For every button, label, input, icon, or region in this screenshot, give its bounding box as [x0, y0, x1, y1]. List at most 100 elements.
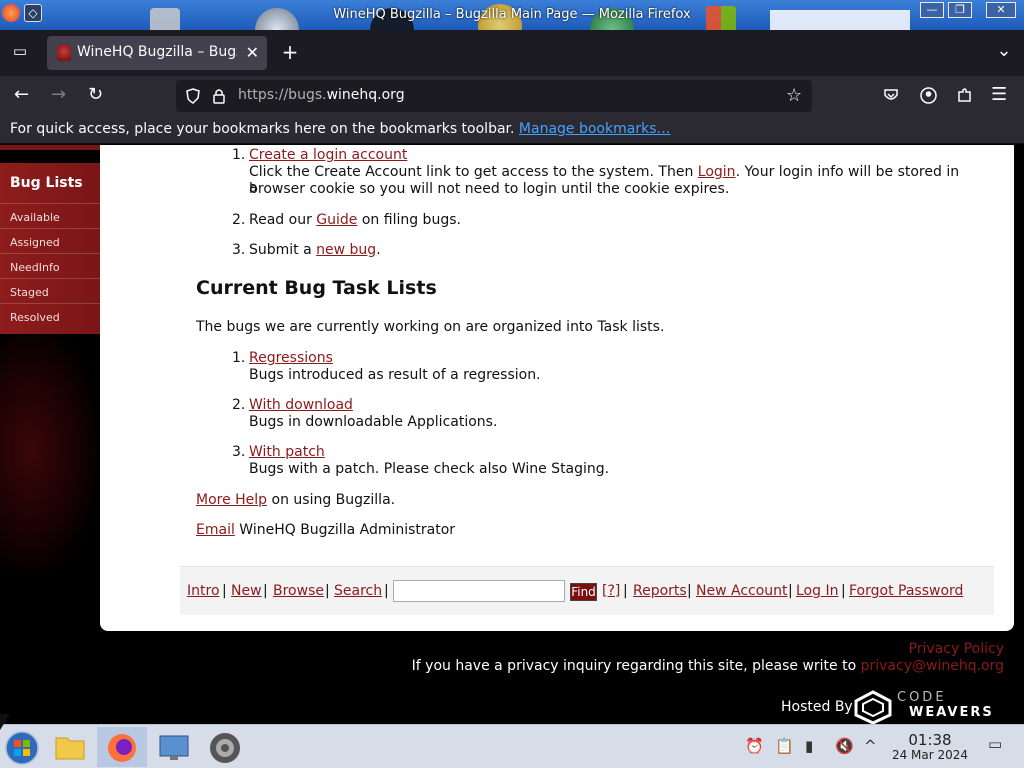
new-link[interactable]: New	[231, 583, 262, 599]
step2-a: Read our	[249, 212, 312, 228]
url-bar[interactable]: https://bugs.winehq.org ☆	[176, 80, 812, 112]
start-button[interactable]	[0, 727, 44, 767]
quick-search-input[interactable]	[393, 580, 565, 602]
sidebar-item-resolved[interactable]: Resolved	[10, 311, 60, 324]
taskbar: ⏰ 📋 ▮ 🔇 ^ 01:38 24 Mar 2024 ▭	[0, 724, 1024, 768]
separator: |	[687, 583, 692, 599]
logo-code-text: CODE	[897, 690, 947, 705]
privacy-email-link[interactable]: privacy@winehq.org	[861, 658, 1004, 674]
extensions-icon[interactable]	[956, 87, 973, 104]
step2-b: on filing bugs.	[361, 212, 461, 228]
file-manager-taskbar-button[interactable]	[48, 727, 92, 767]
forgot-password-link-wrap: Forgot Password	[849, 583, 963, 599]
bugzilla-favicon-icon	[57, 45, 71, 61]
close-tab-icon[interactable]: ✕	[246, 43, 259, 62]
settings-taskbar-button[interactable]	[203, 727, 247, 767]
close-window-button[interactable]: ✕	[986, 2, 1016, 18]
with-patch-description: Bugs with a patch. Please check also Win…	[249, 461, 610, 477]
monitor-icon	[159, 735, 189, 760]
bookmark-star-icon[interactable]: ☆	[786, 85, 802, 106]
step3-a: Submit a	[249, 242, 312, 258]
maximize-button[interactable]: ❐	[948, 2, 972, 18]
with-patch-link[interactable]: With patch	[249, 444, 325, 460]
tracking-protection-icon[interactable]	[186, 88, 200, 104]
sidebar-item-assigned[interactable]: Assigned	[10, 236, 60, 249]
quicksearch-help-link[interactable]: [?]	[602, 583, 620, 599]
remote-desktop-taskbar-button[interactable]	[152, 727, 196, 767]
clock[interactable]: 01:38 24 Mar 2024	[890, 732, 970, 762]
minimize-button[interactable]: —	[920, 2, 944, 18]
list-number: 2.	[232, 212, 246, 228]
step3-text: Submit a new bug.	[249, 242, 381, 258]
volume-muted-icon[interactable]: 🔇	[835, 737, 854, 755]
page-viewport: Bug Lists Available Assigned NeedInfo St…	[0, 145, 1024, 724]
sidebar-heading: Bug Lists	[10, 175, 83, 191]
manage-bookmarks-link[interactable]: Manage bookmarks…	[519, 121, 671, 137]
lock-icon[interactable]	[212, 88, 226, 104]
quicknav-login-link[interactable]: Log In	[796, 583, 838, 599]
clipboard-icon[interactable]: 📋	[775, 737, 794, 755]
privacy-policy-link[interactable]: Privacy Policy	[909, 641, 1004, 657]
reload-button[interactable]: ↻	[88, 84, 103, 105]
codeweavers-hexagon-icon	[854, 690, 892, 724]
notifications-icon[interactable]: ⏰	[745, 737, 764, 755]
clock-time: 01:38	[908, 731, 952, 749]
forward-button[interactable]: →	[51, 84, 66, 105]
more-help-line: More Help on using Bugzilla.	[196, 492, 395, 508]
privacy-inquiry-text: If you have a privacy inquiry regarding …	[411, 658, 857, 674]
separator: |	[623, 583, 628, 599]
new-bug-link[interactable]: new bug	[316, 242, 376, 258]
intro-link[interactable]: Intro	[187, 583, 220, 599]
login-link[interactable]: Login	[698, 164, 736, 180]
url-text[interactable]: https://bugs.winehq.org	[238, 87, 405, 103]
firefox-icon	[108, 734, 136, 762]
sidebar-item-needinfo[interactable]: NeedInfo	[10, 261, 60, 274]
step1-text-c: browser cookie so you will not need to l…	[249, 181, 730, 197]
bookmarks-toolbar: For quick access, place your bookmarks h…	[0, 116, 1024, 144]
chevron-up-icon[interactable]: ^	[864, 737, 877, 755]
new-tab-button[interactable]: +	[280, 40, 300, 64]
list-all-tabs-button[interactable]: ⌄	[994, 40, 1014, 61]
create-login-account-link[interactable]: Create a login account	[249, 147, 407, 163]
more-help-text: on using Bugzilla.	[271, 492, 396, 508]
page-background-decoration	[0, 325, 100, 575]
window-titlebar: ◇ WineHQ Bugzilla – Bugzilla Main Page —…	[0, 0, 1024, 30]
menu-icon[interactable]: ☰	[991, 84, 1007, 105]
folder-icon	[55, 737, 85, 760]
regressions-description: Bugs introduced as result of a regressio…	[249, 367, 541, 383]
logo-weavers-text: WEAVERS	[909, 705, 994, 720]
navigation-bar: ← → ↻ https://bugs.winehq.org ☆ ☰	[0, 76, 1024, 116]
guide-link[interactable]: Guide	[316, 212, 357, 228]
sidebar-item-available[interactable]: Available	[10, 211, 60, 224]
admin-text: WineHQ Bugzilla Administrator	[239, 522, 456, 538]
search-link[interactable]: Search	[334, 583, 382, 599]
regressions-link[interactable]: Regressions	[249, 350, 333, 366]
separator: |	[788, 583, 793, 599]
step2-text: Read our Guide on filing bugs.	[249, 212, 461, 228]
back-button[interactable]: ←	[14, 84, 29, 105]
firefox-view-icon[interactable]: ▭	[10, 42, 30, 60]
pocket-icon[interactable]	[883, 88, 899, 104]
with-download-link[interactable]: With download	[249, 397, 353, 413]
battery-icon[interactable]: ▮	[805, 737, 813, 755]
new-account-link-wrap: New Account	[696, 583, 788, 599]
step3-b: .	[376, 242, 381, 258]
list-number: 2.	[232, 397, 246, 413]
show-desktop-icon[interactable]: ▭	[988, 735, 1002, 753]
codeweavers-logo[interactable]: CODE WEAVERS	[853, 690, 1005, 724]
find-button[interactable]: Find	[570, 583, 597, 601]
new-account-link[interactable]: New Account	[696, 583, 788, 599]
more-help-link[interactable]: More Help	[196, 492, 267, 508]
reports-link[interactable]: Reports	[633, 583, 687, 599]
email-admin-link[interactable]: Email	[196, 522, 235, 538]
forgot-password-link[interactable]: Forgot Password	[849, 583, 963, 599]
task-lists-intro: The bugs we are currently working on are…	[196, 319, 665, 335]
sidebar-item-staged[interactable]: Staged	[10, 286, 49, 299]
help-link-wrap: [?]	[602, 583, 620, 599]
mouse-cursor-icon	[0, 714, 10, 730]
step1-text-a: Click the Create Account link to get acc…	[249, 164, 694, 180]
tab-winehq-bugzilla[interactable]: WineHQ Bugzilla – Bugzil ✕	[47, 36, 267, 70]
browse-link[interactable]: Browse	[273, 583, 324, 599]
account-icon[interactable]	[920, 87, 937, 104]
firefox-taskbar-button[interactable]	[97, 727, 147, 767]
